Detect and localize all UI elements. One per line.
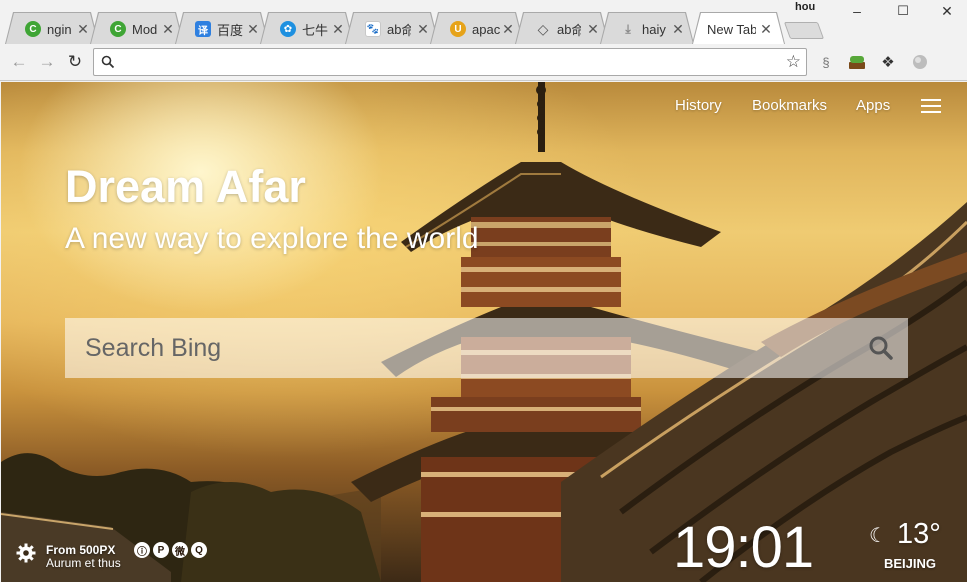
- tab-title-suffix: 命: [401, 22, 412, 38]
- apps-link[interactable]: Apps: [856, 97, 890, 114]
- baidu-paw-icon: 🐾: [365, 21, 381, 37]
- share-icons: ⓘ P 微 Q: [134, 542, 207, 558]
- tab-1-content: C ngin: [7, 14, 87, 44]
- tab-title: ab: [387, 21, 402, 37]
- weather-city: BEIJING: [884, 556, 937, 571]
- close-window-button[interactable]: ✕: [924, 0, 967, 22]
- tab-5-content: 🐾 ab 命: [347, 14, 427, 44]
- tab-6-content: U apac: [432, 14, 512, 44]
- tab-4-content: ✿ 七牛: [262, 14, 342, 44]
- qiniu-icon: ✿: [280, 21, 296, 37]
- cube-extension-icon[interactable]: ❖: [879, 53, 897, 71]
- gray-circle-extension-icon[interactable]: [911, 53, 929, 71]
- temperature: 13°: [897, 518, 941, 550]
- qq-icon[interactable]: Q: [191, 542, 207, 558]
- back-button[interactable]: ←: [8, 51, 30, 73]
- moon-icon: ☾: [869, 525, 887, 547]
- weibo-icon[interactable]: 微: [172, 542, 188, 558]
- close-tab-icon[interactable]: ✕: [759, 14, 773, 44]
- photo-credit[interactable]: From 500PX Aurum et thus: [46, 544, 121, 570]
- download-icon: ⤓: [625, 21, 631, 36]
- green-c-icon: C: [110, 21, 126, 37]
- close-tab-icon[interactable]: ✕: [671, 14, 685, 44]
- plant-extension-icon[interactable]: [848, 53, 866, 71]
- close-tab-icon[interactable]: ✕: [416, 14, 430, 44]
- close-tab-icon[interactable]: ✕: [76, 14, 90, 44]
- tab-title: Mod: [132, 21, 158, 37]
- clock: 19:01: [673, 515, 814, 580]
- tab-title-suffix: 命: [571, 22, 582, 38]
- dream-afar-new-tab-page: History Bookmarks Apps Dream Afar A new …: [1, 82, 967, 582]
- close-tab-icon[interactable]: ✕: [586, 14, 600, 44]
- menu-icon[interactable]: [921, 99, 941, 113]
- translate-icon: 译: [195, 21, 211, 37]
- tab-title: ngin: [47, 21, 72, 37]
- tab-title: ab: [557, 21, 572, 37]
- bookmark-star-icon[interactable]: ☆: [786, 52, 801, 72]
- tab-8-content: ⤓ haiy: [602, 14, 682, 44]
- tab-title: New Tab: [707, 21, 756, 37]
- close-tab-icon[interactable]: ✕: [161, 14, 175, 44]
- tab-3-content: 译 百度: [177, 14, 257, 44]
- history-link[interactable]: History: [675, 97, 722, 114]
- close-tab-icon[interactable]: ✕: [331, 14, 345, 44]
- brand-tagline: A new way to explore the world: [65, 222, 479, 255]
- tab-title: 七牛: [302, 22, 329, 38]
- address-bar[interactable]: ☆: [93, 48, 807, 76]
- minimize-button[interactable]: –: [834, 0, 880, 22]
- close-tab-icon[interactable]: ✕: [246, 14, 260, 44]
- search-box[interactable]: [65, 318, 908, 378]
- photo-author: Aurum et thus: [46, 556, 121, 570]
- maximize-button[interactable]: ☐: [880, 0, 926, 22]
- u-icon: U: [450, 21, 466, 37]
- tab-title: 百度: [217, 22, 244, 38]
- translate-extension-icon[interactable]: §: [817, 53, 835, 71]
- info-icon[interactable]: ⓘ: [134, 542, 150, 558]
- diamond-icon: ◇: [537, 20, 549, 37]
- new-tab-button[interactable]: [783, 22, 825, 39]
- search-input[interactable]: [85, 331, 845, 365]
- bookmarks-link[interactable]: Bookmarks: [752, 97, 827, 114]
- brand-title: Dream Afar: [65, 161, 306, 212]
- profile-name[interactable]: hou: [795, 1, 815, 13]
- tab-2-content: C Mod: [92, 14, 172, 44]
- address-input[interactable]: [122, 53, 772, 73]
- browser-toolbar: ← → ↻ ☆ § ❖: [0, 44, 967, 81]
- search-icon[interactable]: [868, 335, 894, 361]
- tab-7-content: ◇ ab 命: [517, 14, 597, 44]
- close-tab-icon[interactable]: ✕: [501, 14, 515, 44]
- search-icon: [101, 55, 115, 69]
- forward-button[interactable]: →: [36, 51, 58, 73]
- tab-9-content: New Tab: [690, 14, 762, 44]
- tab-strip: C ngin ✕ C Mod ✕ 译 百度 ✕ ✿ 七牛 ✕ 🐾 ab 命 ✕ …: [0, 0, 967, 44]
- gear-icon[interactable]: [16, 543, 36, 563]
- green-c-icon: C: [25, 21, 41, 37]
- tab-title: haiy: [642, 21, 666, 37]
- reload-button[interactable]: ↻: [64, 51, 86, 73]
- pinterest-icon[interactable]: P: [153, 542, 169, 558]
- tab-title: apac: [472, 21, 500, 37]
